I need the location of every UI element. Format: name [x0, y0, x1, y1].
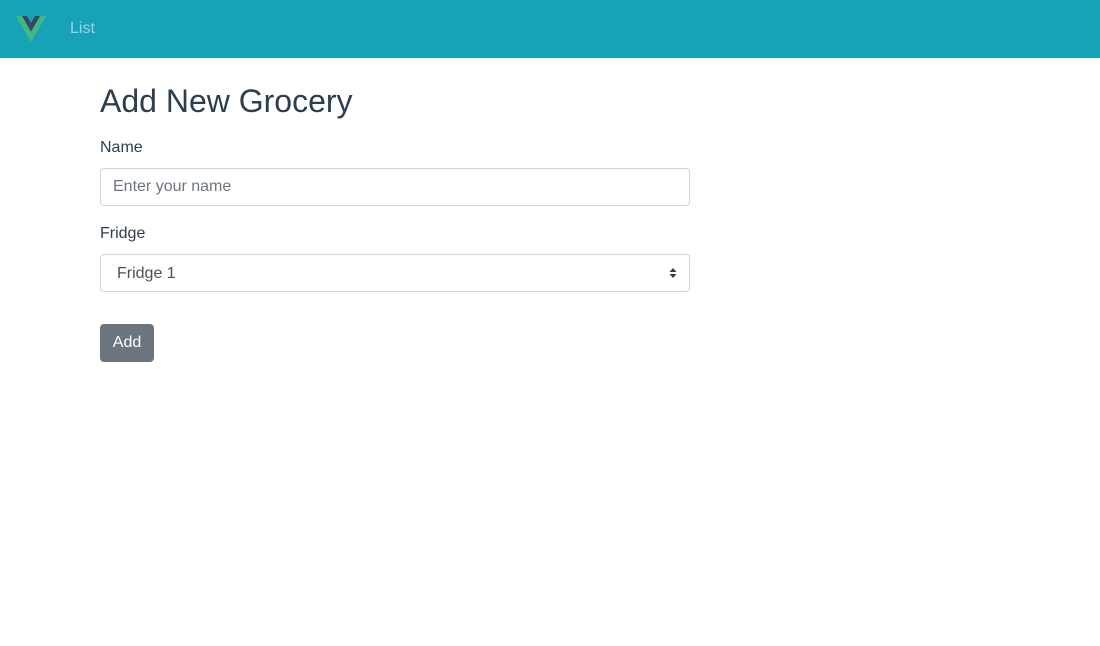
fridge-select-value: Fridge 1 [117, 265, 176, 282]
name-input[interactable] [100, 168, 690, 206]
add-button[interactable]: Add [100, 324, 154, 362]
navbar: List [0, 0, 1100, 58]
sort-arrows-icon [669, 268, 677, 278]
vue-logo-icon[interactable] [16, 16, 46, 42]
page-title: Add New Grocery [100, 83, 353, 119]
nav-link-list[interactable]: List [70, 19, 95, 39]
fridge-label: Fridge [100, 225, 146, 242]
name-label: Name [100, 139, 143, 156]
fridge-select[interactable]: Fridge 1 [100, 254, 690, 292]
